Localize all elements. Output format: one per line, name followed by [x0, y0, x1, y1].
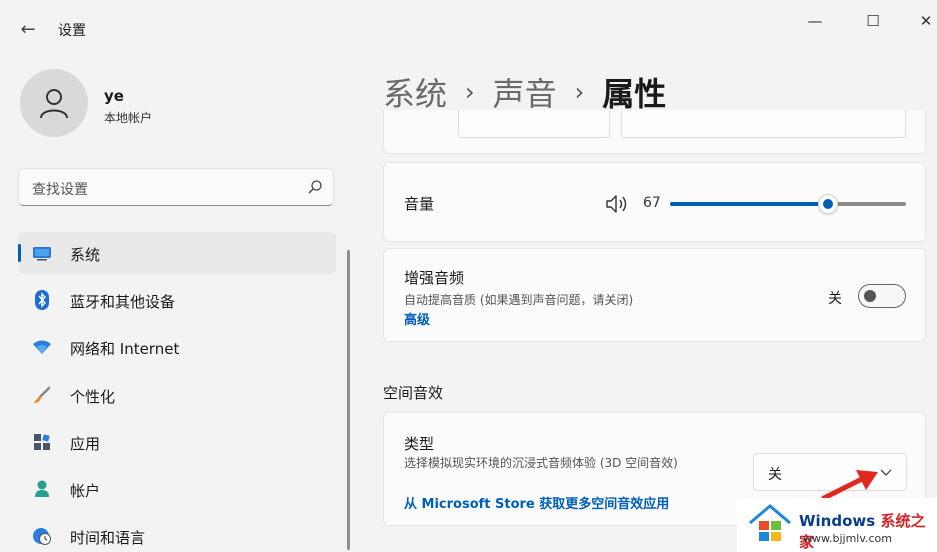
sidebar-item-label: 蓝牙和其他设备 — [70, 293, 176, 312]
title-bar: ← 设置 — ☐ ✕ — [0, 0, 937, 58]
scrolled-card — [383, 110, 926, 154]
sidebar-item-bluetooth[interactable]: 蓝牙和其他设备 — [18, 279, 336, 321]
wifi-icon — [32, 337, 52, 357]
toggle-knob — [864, 290, 876, 302]
section-title-spatial-sound: 空间音效 — [383, 384, 444, 402]
speaker-icon[interactable] — [605, 193, 631, 215]
page-title: 属性 — [602, 75, 667, 113]
breadcrumb: 系统 › 声音 › 属性 — [383, 70, 666, 114]
enhance-audio-card: 增强音频 自动提高音质 (如果遇到声音问题，请关闭) 高级 关 — [383, 248, 926, 342]
sidebar-item-label: 应用 — [70, 434, 101, 453]
minimize-button[interactable]: — — [800, 8, 830, 34]
sidebar-item-apps[interactable]: 应用 — [18, 421, 336, 463]
avatar — [20, 69, 88, 137]
volume-slider-fill — [670, 202, 829, 206]
volume-label: 音量 — [404, 195, 435, 213]
annotation-arrow-icon — [821, 470, 878, 501]
sidebar-item-label: 网络和 Internet — [70, 340, 180, 359]
search-input[interactable]: 查找设置 — [18, 168, 334, 206]
back-button[interactable]: ← — [14, 18, 42, 44]
partial-control[interactable] — [621, 110, 906, 138]
enhance-audio-description: 自动提高音质 (如果遇到声音问题，请关闭) — [404, 293, 634, 307]
enhance-audio-title: 增强音频 — [404, 269, 465, 287]
breadcrumb-item-sound[interactable]: 声音 — [493, 69, 557, 115]
clock-globe-icon — [32, 526, 52, 546]
sidebar-scrollbar[interactable] — [347, 250, 350, 550]
sidebar-item-system[interactable]: 系统 — [18, 232, 336, 274]
account-type: 本地帐户 — [104, 111, 153, 125]
sidebar-item-accounts[interactable]: 帐户 — [18, 468, 336, 510]
watermark: Windows 系统之家 www.bjjmlv.com — [737, 498, 937, 552]
app-title: 设置 — [58, 23, 86, 39]
advanced-link[interactable]: 高级 — [404, 309, 430, 328]
sidebar-item-label: 系统 — [70, 246, 101, 264]
brush-icon — [32, 385, 52, 405]
breadcrumb-item-system[interactable]: 系统 — [383, 69, 447, 115]
sidebar-nav: 系统 蓝牙和其他设备 网络和 Internet 个性化 应用 帐户 时间和语言 — [18, 232, 336, 552]
search-icon — [308, 180, 322, 194]
sidebar-item-time-language[interactable]: 时间和语言 — [18, 515, 336, 552]
breadcrumb-separator: › — [465, 78, 475, 106]
breadcrumb-separator: › — [574, 78, 585, 106]
active-indicator — [18, 244, 21, 262]
close-button[interactable]: ✕ — [911, 8, 937, 34]
dropdown-value: 关 — [768, 467, 782, 483]
windows-house-logo-icon — [749, 504, 791, 541]
toggle-state-label: 关 — [828, 291, 842, 307]
sidebar-item-network[interactable]: 网络和 Internet — [18, 326, 336, 368]
volume-card: 音量 67 — [383, 162, 926, 242]
spatial-type-title: 类型 — [404, 435, 435, 453]
watermark-title: Windows 系统之家 — [799, 510, 937, 552]
bluetooth-icon — [32, 290, 52, 311]
partial-control[interactable] — [458, 110, 610, 138]
volume-slider[interactable] — [670, 194, 906, 214]
watermark-brand: Windows — [799, 512, 876, 530]
search-placeholder: 查找设置 — [32, 182, 88, 198]
sidebar-item-label: 时间和语言 — [70, 529, 146, 548]
apps-icon — [32, 432, 52, 452]
sidebar-item-label: 个性化 — [70, 387, 116, 406]
user-profile[interactable]: ye 本地帐户 — [20, 69, 320, 141]
monitor-icon — [32, 243, 52, 263]
sidebar-item-label: 帐户 — [70, 481, 101, 500]
person-avatar-icon — [40, 89, 68, 119]
maximize-button[interactable]: ☐ — [858, 8, 888, 34]
enhance-audio-toggle[interactable] — [858, 284, 906, 308]
spatial-type-description: 选择模拟现实环境的沉浸式音频体验 (3D 空间音效) — [404, 456, 678, 470]
user-name: ye — [104, 87, 124, 105]
watermark-url: www.bjjmlv.com — [803, 532, 892, 545]
sidebar-item-personalization[interactable]: 个性化 — [18, 374, 336, 416]
chevron-down-icon — [880, 469, 892, 476]
volume-value: 67 — [643, 195, 661, 211]
microsoft-store-link[interactable]: 从 Microsoft Store 获取更多空间音效应用 — [404, 493, 669, 512]
person-icon — [32, 479, 52, 499]
volume-slider-thumb[interactable] — [818, 194, 839, 214]
